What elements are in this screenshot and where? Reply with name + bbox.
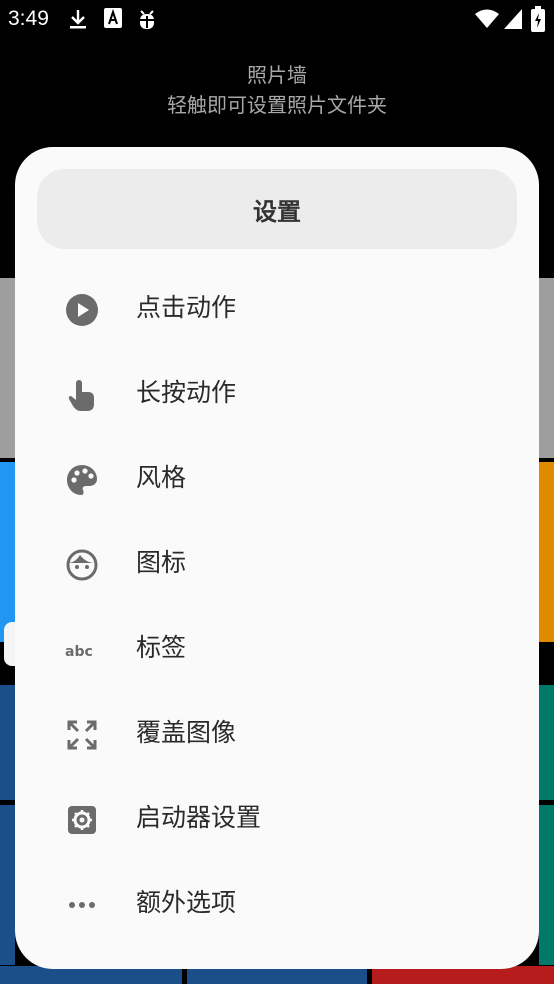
menu-item-label: 图标 — [136, 548, 187, 577]
abc-text-icon: abc — [65, 633, 99, 667]
font-a-icon — [104, 8, 122, 33]
wall-tile[interactable] — [539, 685, 554, 800]
menu-item-label: 风格 — [136, 463, 187, 492]
menu-item-label-setting[interactable]: abc 标签 — [15, 607, 539, 691]
header-title: 照片墙 — [247, 63, 307, 87]
touch-hand-icon — [65, 378, 99, 412]
status-time: 3:49 — [8, 7, 49, 30]
cell-signal-icon — [504, 9, 522, 34]
menu-item-icon[interactable]: 图标 — [15, 522, 539, 606]
status-bar: 3:49 — [0, 0, 554, 40]
wall-tile[interactable] — [0, 278, 15, 458]
menu-item-label: 启动器设置 — [136, 803, 262, 832]
settings-dialog: 设置 点击动作 长按动作 风格 图标 abc 标签 覆盖图像 启动器设置 额外选… — [15, 147, 539, 969]
menu-item-long-press-action[interactable]: 长按动作 — [15, 352, 539, 436]
play-circle-icon — [65, 293, 99, 327]
wall-tile[interactable] — [0, 805, 15, 965]
expand-arrows-icon — [65, 718, 99, 752]
wifi-icon — [475, 9, 499, 34]
photo-wall-header: 照片墙 轻触即可设置照片文件夹 — [0, 60, 554, 120]
download-icon — [68, 8, 88, 35]
wall-tile[interactable] — [0, 462, 15, 642]
menu-item-style[interactable]: 风格 — [15, 437, 539, 521]
header-subtitle: 轻触即可设置照片文件夹 — [167, 93, 387, 117]
menu-item-overlay-image[interactable]: 覆盖图像 — [15, 692, 539, 776]
face-icon — [65, 548, 99, 582]
menu-item-extra-options[interactable]: 额外选项 — [15, 862, 539, 946]
wall-tile[interactable] — [0, 685, 15, 800]
wall-tile[interactable] — [539, 805, 554, 965]
wall-tile[interactable] — [539, 462, 554, 642]
svg-text:abc: abc — [65, 644, 93, 658]
menu-item-launcher-settings[interactable]: 启动器设置 — [15, 777, 539, 861]
menu-item-tap-action[interactable]: 点击动作 — [15, 267, 539, 351]
more-dots-icon — [65, 888, 99, 922]
menu-item-label: 长按动作 — [136, 378, 237, 407]
menu-item-label: 额外选项 — [136, 888, 237, 917]
wall-tile[interactable] — [539, 278, 554, 458]
palette-icon — [65, 463, 99, 497]
dialog-title: 设置 — [37, 169, 517, 249]
settings-gear-icon — [65, 803, 99, 837]
menu-item-label: 覆盖图像 — [136, 718, 237, 747]
bug-icon — [135, 8, 159, 37]
menu-item-label: 点击动作 — [136, 293, 237, 322]
menu-item-label: 标签 — [136, 633, 187, 662]
battery-icon — [531, 6, 545, 37]
